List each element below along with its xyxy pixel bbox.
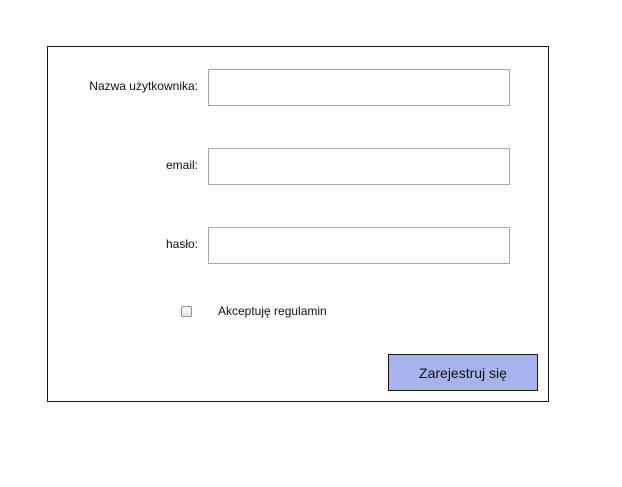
username-input[interactable] bbox=[208, 69, 510, 106]
username-label: Nazwa użytkownika: bbox=[89, 79, 198, 93]
email-label: email: bbox=[165, 158, 198, 172]
email-input[interactable] bbox=[208, 148, 510, 185]
password-label: hasło: bbox=[165, 237, 198, 251]
terms-checkbox[interactable] bbox=[181, 306, 192, 317]
password-input[interactable] bbox=[208, 227, 510, 264]
terms-label: Akceptuję regulamin bbox=[218, 304, 327, 318]
register-button[interactable]: Zarejestruj się bbox=[388, 354, 538, 391]
registration-form: Nazwa użytkownika: email: hasło: Akceptu… bbox=[47, 46, 549, 402]
